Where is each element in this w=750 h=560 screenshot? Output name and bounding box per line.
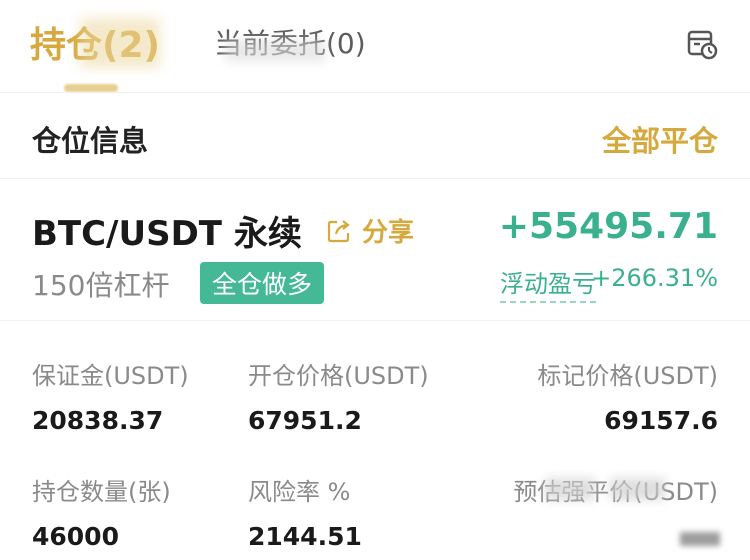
share-icon [327, 219, 350, 242]
quantity-label: 持仓数量(张) [32, 478, 171, 506]
divider [0, 92, 750, 93]
close-all-button[interactable]: 全部平仓 [602, 118, 718, 160]
blur-overlay [610, 478, 665, 500]
leverage-label: 150倍杠杆 [32, 269, 170, 302]
quantity-value: 46000 [32, 522, 119, 551]
share-label: 分享 [362, 218, 415, 248]
trading-pair: BTC/USDT 永续 [32, 214, 302, 254]
pnl-value: +55495.71 [498, 206, 718, 247]
risk-rate-label: 风险率 % [248, 478, 351, 506]
blur-overlay [225, 40, 325, 62]
blur-overlay [545, 478, 595, 500]
divider [0, 320, 750, 321]
mark-price-value: 69157.6 [604, 406, 718, 435]
tab-bar: 持仓(2) 当前委托(0) [0, 0, 750, 92]
mark-price-label: 标记价格(USDT) [537, 362, 718, 390]
calendar-clock-icon[interactable] [686, 28, 718, 60]
position-mode-badge: 全仓做多 [200, 262, 325, 304]
margin-label: 保证金(USDT) [32, 362, 189, 390]
section-title: 仓位信息 [32, 124, 149, 158]
margin-value: 20838.37 [32, 406, 164, 435]
risk-rate-value: 2144.51 [248, 522, 362, 551]
tab-active-indicator [64, 84, 118, 92]
floating-pnl-label[interactable]: 浮动盈亏 [500, 264, 596, 303]
open-price-label: 开仓价格(USDT) [248, 362, 429, 390]
divider [0, 178, 750, 179]
open-price-value: 67951.2 [248, 406, 362, 435]
liquidation-price-value-blurred [680, 532, 720, 546]
blur-overlay [80, 18, 160, 68]
floating-pnl-percent: +266.31% [591, 264, 718, 292]
share-button[interactable]: 分享 [326, 212, 414, 249]
